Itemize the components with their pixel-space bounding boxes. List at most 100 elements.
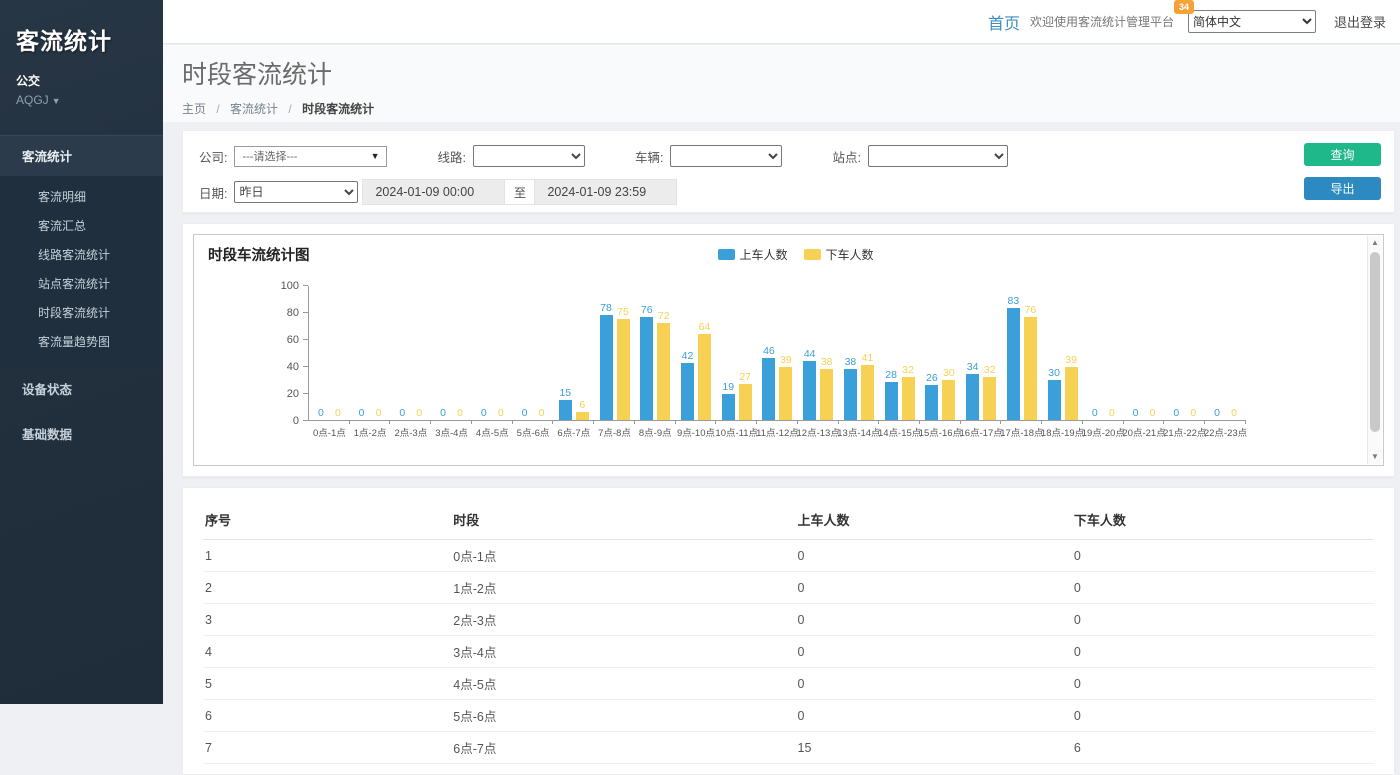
scroll-down-icon[interactable]: ▼ — [1368, 450, 1382, 464]
bar: 0 — [477, 286, 490, 420]
breadcrumb: 主页 / 客流统计 / 时段客流统计 — [182, 100, 1400, 117]
bar-value-label: 0 — [1231, 407, 1237, 419]
bar: 78 — [600, 286, 613, 420]
col-header-period: 时段 — [451, 498, 795, 540]
bar-rect — [942, 380, 955, 421]
query-button[interactable]: 查询 — [1304, 143, 1381, 166]
welcome-text: 欢迎使用客流统计管理平台 — [1030, 13, 1174, 30]
scrollbar-thumb[interactable] — [1370, 252, 1380, 432]
chart-bar-group: 002点-3点 — [390, 286, 431, 420]
date-range-separator: 至 — [505, 179, 534, 205]
chart-plot: 000点-1点001点-2点002点-3点003点-4点004点-5点005点-… — [308, 286, 1246, 421]
bar: 0 — [413, 286, 426, 420]
bar-rect — [779, 367, 792, 420]
bar-value-label: 0 — [1214, 407, 1220, 419]
bar: 46 — [762, 286, 775, 420]
company-select[interactable]: ---请选择--- ▼ — [234, 146, 387, 167]
bar-rect — [1024, 317, 1037, 420]
bar-rect — [820, 369, 833, 420]
sidebar-item-period-stats[interactable]: 时段客流统计 — [0, 298, 163, 327]
bar: 83 — [1007, 286, 1020, 420]
x-tick-label: 17点-18点 — [1000, 425, 1043, 439]
table-cell: 6 — [203, 700, 451, 732]
sidebar-item-trend-chart[interactable]: 客流量趋势图 — [0, 327, 163, 356]
x-tick-label: 12点-13点 — [797, 425, 840, 439]
x-tick-label: 7点-8点 — [598, 425, 631, 439]
chart-scrollbar[interactable]: ▲ ▼ — [1367, 236, 1382, 464]
bar: 41 — [861, 286, 874, 420]
line-select[interactable] — [473, 145, 585, 167]
legend-item[interactable]: 下车人数 — [804, 246, 874, 263]
col-header-index: 序号 — [203, 498, 451, 540]
export-button[interactable]: 导出 — [1304, 177, 1381, 200]
bar-rect — [885, 382, 898, 420]
logout-link[interactable]: 退出登录 — [1334, 12, 1386, 31]
table-cell: 4 — [203, 636, 451, 668]
breadcrumb-home[interactable]: 主页 — [182, 102, 206, 116]
x-tick-label: 6点-7点 — [557, 425, 590, 439]
x-tick-label: 3点-4点 — [435, 425, 468, 439]
bar-rect — [617, 319, 630, 420]
sidebar-item-line-stats[interactable]: 线路客流统计 — [0, 240, 163, 269]
sidebar-item-base-data[interactable]: 基础数据 — [0, 411, 163, 456]
bar-rect — [739, 384, 752, 420]
chart-bar-group: 463911点-12点 — [757, 286, 798, 420]
bar-rect — [966, 374, 979, 420]
sidebar-item-passenger-detail[interactable]: 客流明细 — [0, 182, 163, 211]
bar: 0 — [1105, 286, 1118, 420]
chart-bar-group: 76728点-9点 — [635, 286, 676, 420]
bar-value-label: 44 — [804, 348, 816, 360]
table-cell: 0 — [1072, 668, 1374, 700]
sidebar-item-station-stats[interactable]: 站点客流统计 — [0, 269, 163, 298]
table-row: 21点-2点00 — [203, 572, 1374, 604]
bar: 0 — [331, 286, 344, 420]
table-cell: 0 — [796, 668, 1072, 700]
bar: 26 — [925, 286, 938, 420]
y-tick-label: 80 — [259, 307, 299, 319]
table-cell: 0 — [1072, 604, 1374, 636]
x-tick-label: 0点-1点 — [313, 425, 346, 439]
bar-rect — [681, 363, 694, 420]
bar: 0 — [1187, 286, 1200, 420]
bar-value-label: 0 — [481, 407, 487, 419]
chart-bar-group: 0019点-20点 — [1083, 286, 1124, 420]
language-select[interactable]: 简体中文 — [1188, 10, 1316, 33]
sidebar-item-passenger-stats[interactable]: 客流统计 — [0, 136, 163, 175]
table-cell: 5 — [203, 668, 451, 700]
bar-rect — [803, 361, 816, 420]
chart-legend: 上车人数下车人数 — [717, 246, 873, 263]
vehicle-select[interactable] — [670, 145, 782, 167]
scroll-up-icon[interactable]: ▲ — [1368, 236, 1382, 250]
bar-value-label: 34 — [967, 361, 979, 373]
bar-rect — [698, 334, 711, 420]
table-row: 43点-4点00 — [203, 636, 1374, 668]
bar-rect — [983, 377, 996, 420]
table-cell: 0 — [796, 540, 1072, 572]
chart-bar-group: 005点-6点 — [513, 286, 554, 420]
chart-bar-group: 004点-5点 — [472, 286, 513, 420]
home-link[interactable]: 首页 — [988, 10, 1020, 34]
period-stats-table: 序号 时段 上车人数 下车人数 10点-1点0021点-2点0032点-3点00… — [203, 498, 1374, 764]
table-cell: 5点-6点 — [451, 700, 795, 732]
date-preset-select[interactable]: 昨日 — [234, 181, 358, 203]
table-cell: 1 — [203, 540, 451, 572]
chart-bar-group: 0022点-23点 — [1205, 286, 1246, 420]
chart-bar-group: 384113点-14点 — [839, 286, 880, 420]
table-cell: 6 — [1072, 732, 1374, 764]
sidebar-item-passenger-summary[interactable]: 客流汇总 — [0, 211, 163, 240]
breadcrumb-passenger-stats[interactable]: 客流统计 — [230, 102, 278, 116]
bar-value-label: 0 — [1150, 407, 1156, 419]
bar-value-label: 42 — [682, 350, 694, 362]
station-select[interactable] — [868, 145, 1008, 167]
dropdown-arrow-icon: ▼ — [371, 151, 380, 161]
legend-item[interactable]: 上车人数 — [717, 246, 787, 263]
date-to-input[interactable] — [534, 179, 677, 205]
sidebar-item-device-status[interactable]: 设备状态 — [0, 366, 163, 411]
chart-header: 时段车流统计图 上车人数下车人数 — [208, 244, 1383, 268]
bar-rect — [722, 394, 735, 420]
bar-value-label: 30 — [943, 367, 955, 379]
date-from-input[interactable] — [362, 179, 505, 205]
org-code-dropdown[interactable]: AQGJ▼ — [16, 93, 147, 107]
bar-value-label: 0 — [440, 407, 446, 419]
table-cell: 1点-2点 — [451, 572, 795, 604]
